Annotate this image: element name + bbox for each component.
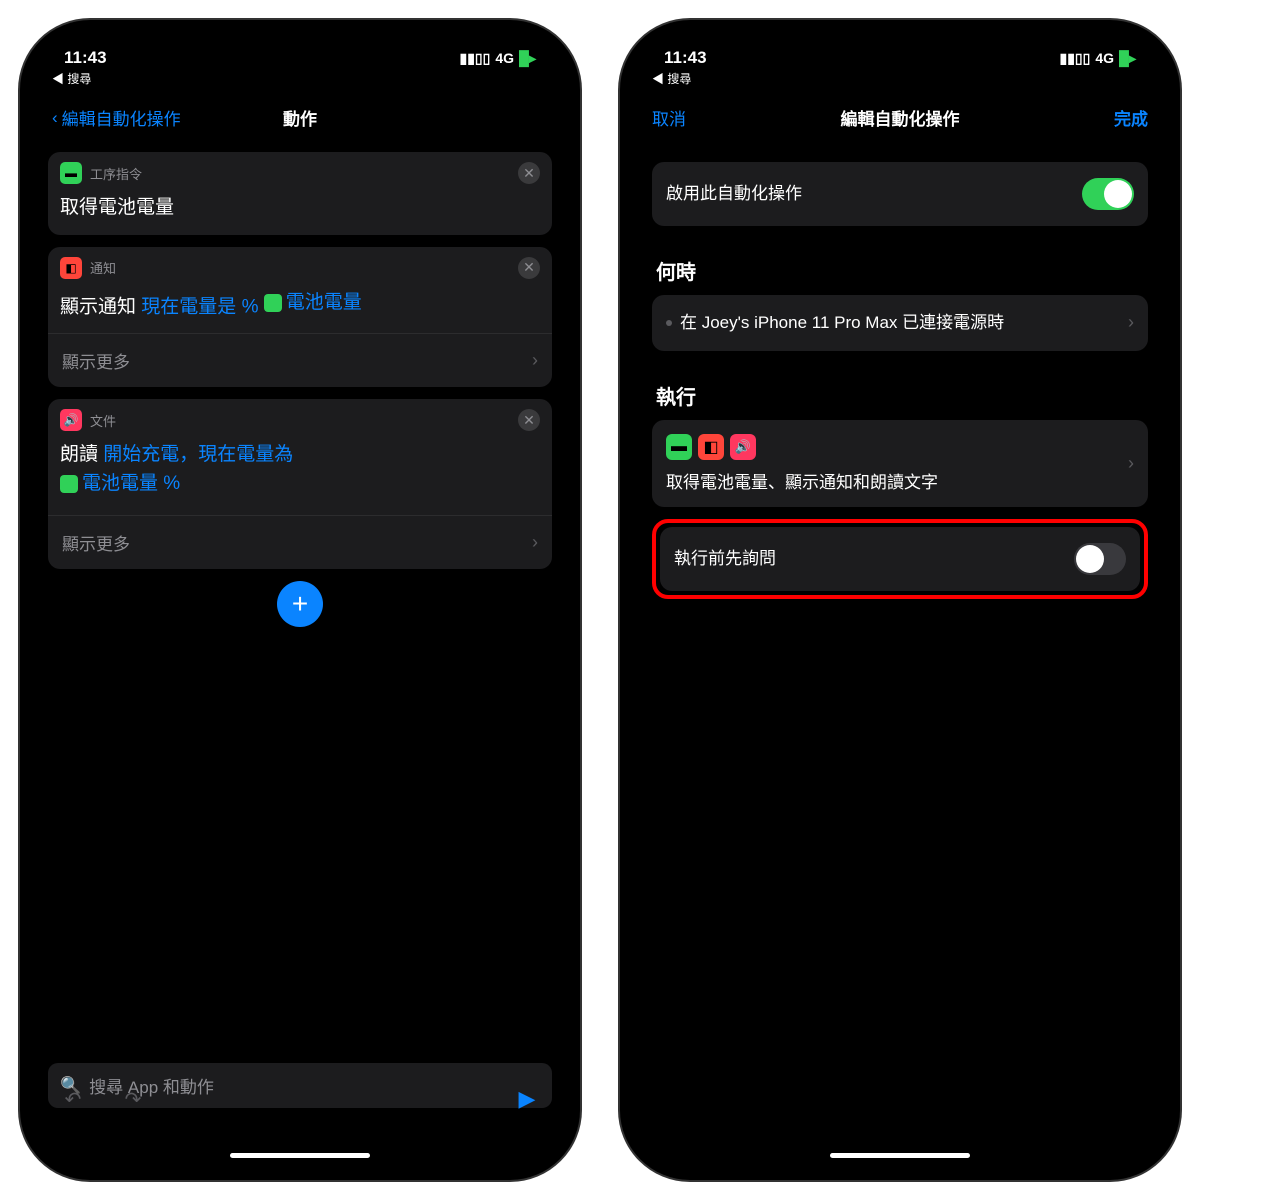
enable-automation-row: 啟用此自動化操作 [652,162,1148,226]
ask-toggle[interactable] [1074,543,1126,575]
undo-button[interactable]: ↶ [58,1084,88,1114]
ask-label: 執行前先詢問 [674,547,1074,571]
when-condition-row[interactable]: 在 Joey's iPhone 11 Pro Max 已連接電源時 › [652,295,1148,351]
notification-icon: ◧ [60,257,82,279]
card-title: 取得電池電量 [48,188,552,235]
bullet-icon [666,320,672,326]
battery-pill-icon [60,475,78,493]
run-button[interactable]: ▶ [512,1084,542,1114]
highlight-box: 執行前先詢問 [652,519,1148,599]
close-icon[interactable]: ✕ [518,409,540,431]
action-prefix: 顯示通知 [60,296,136,317]
toolbar: ↶ ↷ ▶ [34,1072,566,1126]
battery-icon: ▬ [60,162,82,184]
close-icon[interactable]: ✕ [518,257,540,279]
notification-text[interactable]: 現在電量是 % [141,296,258,317]
battery-token[interactable]: 電池電量 [286,289,362,318]
back-button[interactable]: ‹ 編輯自動化操作 [52,105,181,130]
speaker-icon: 🔊 [730,434,756,460]
card-label: 文件 [90,411,116,430]
network-label: 4G [495,50,514,66]
add-action-button[interactable]: + [277,581,323,627]
battery-pill-icon [264,294,282,312]
action-card-battery[interactable]: ▬ 工序指令 ✕ 取得電池電量 [48,152,552,235]
show-more-button[interactable]: 顯示更多 › [48,333,552,387]
enable-toggle[interactable] [1082,178,1134,210]
page-title: 動作 [283,105,317,130]
notch [800,34,1000,64]
chevron-right-icon: › [1128,453,1134,474]
phone-right: 11:43 ➤ ▮▮▯▯ 4G █▸ ◀ 搜尋 取消 編輯自動化操作 完成 啟用… [620,20,1180,1180]
signal-icon: ▮▮▯▯ [460,50,491,67]
screen-right: 11:43 ➤ ▮▮▯▯ 4G █▸ ◀ 搜尋 取消 編輯自動化操作 完成 啟用… [634,34,1166,1166]
done-button[interactable]: 完成 [1114,105,1148,130]
notch [200,34,400,64]
back-to-search[interactable]: ◀ 搜尋 [34,70,566,93]
status-time: 11:43 [664,48,707,68]
card-label: 工序指令 [90,164,142,183]
enable-label: 啟用此自動化操作 [666,182,1082,206]
chevron-right-icon: › [532,532,538,553]
nav-bar: 取消 編輯自動化操作 完成 [634,93,1166,142]
cancel-button[interactable]: 取消 [652,105,686,130]
battery-icon: ▬ [666,434,692,460]
do-actions-row[interactable]: ▬ ◧ 🔊 取得電池電量、顯示通知和朗讀文字 › [652,420,1148,507]
card-label: 通知 [90,258,116,277]
action-card-notification[interactable]: ◧ 通知 ✕ 顯示通知 現在電量是 % 電池電量 顯示更多 › [48,247,552,388]
back-to-search[interactable]: ◀ 搜尋 [634,70,1166,93]
speaker-icon: 🔊 [60,409,82,431]
section-do-title: 執行 [652,363,1148,420]
chevron-right-icon: › [1128,312,1134,333]
home-indicator[interactable] [830,1153,970,1158]
screen-left: 11:43 ➤ ▮▮▯▯ 4G █▸ ◀ 搜尋 ‹ 編輯自動化操作 動作 ▬ 工… [34,34,566,1166]
show-more-button[interactable]: 顯示更多 › [48,515,552,569]
back-label: 編輯自動化操作 [62,105,181,130]
more-label: 顯示更多 [62,530,130,555]
section-when-title: 何時 [652,238,1148,295]
home-indicator[interactable] [230,1153,370,1158]
redo-button[interactable]: ↷ [118,1084,148,1114]
page-title: 編輯自動化操作 [841,105,960,130]
status-time: 11:43 [64,48,107,68]
more-label: 顯示更多 [62,348,130,373]
phone-left: 11:43 ➤ ▮▮▯▯ 4G █▸ ◀ 搜尋 ‹ 編輯自動化操作 動作 ▬ 工… [20,20,580,1180]
when-text: 在 Joey's iPhone 11 Pro Max 已連接電源時 [680,311,1128,335]
chevron-right-icon: › [532,350,538,371]
chevron-left-icon: ‹ [52,108,58,128]
ask-before-run-row: 執行前先詢問 [660,527,1140,591]
nav-bar: ‹ 編輯自動化操作 動作 [34,93,566,142]
close-icon[interactable]: ✕ [518,162,540,184]
do-text: 取得電池電量、顯示通知和朗讀文字 [666,468,1128,493]
notification-icon: ◧ [698,434,724,460]
action-card-speak[interactable]: 🔊 文件 ✕ 朗讀 開始充電，現在電量為 電池電量 % 顯示更多 › [48,399,552,568]
battery-icon: █▸ [519,50,536,67]
network-label: 4G [1095,50,1114,66]
signal-icon: ▮▮▯▯ [1060,50,1091,67]
speak-text[interactable]: 開始充電，現在電量為 [103,444,293,465]
action-prefix: 朗讀 [60,444,98,465]
battery-icon: █▸ [1119,50,1136,67]
battery-token[interactable]: 電池電量 % [82,470,180,499]
